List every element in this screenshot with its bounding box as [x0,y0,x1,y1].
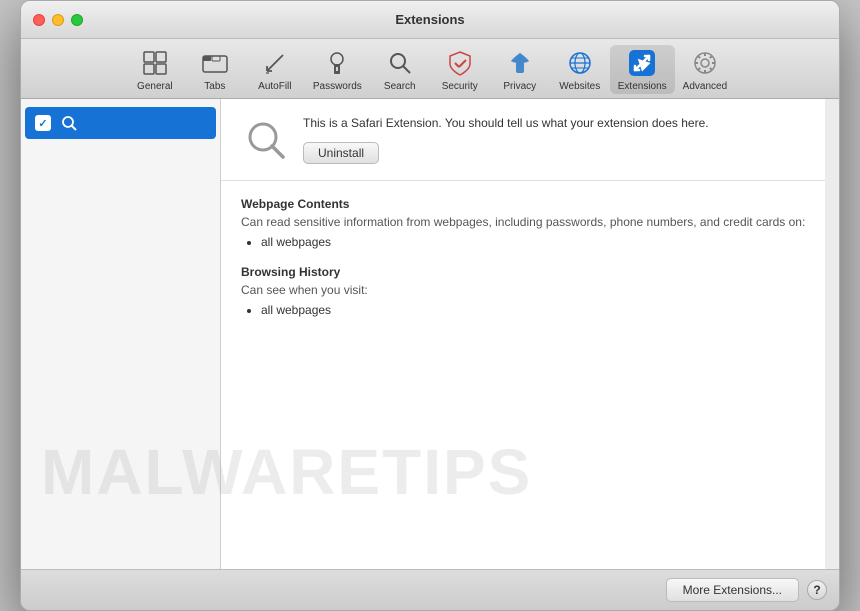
toolbar-item-security[interactable]: Security [430,45,490,94]
toolbar-label-passwords: Passwords [313,81,362,92]
toolbar-label-tabs: Tabs [204,81,225,92]
extensions-sidebar: ✓ [21,99,221,569]
permission-title-history: Browsing History [241,265,805,279]
permission-webpage-contents: Webpage Contents Can read sensitive info… [241,197,805,249]
toolbar-item-extensions[interactable]: Extensions [610,45,675,94]
extension-header: This is a Safari Extension. You should t… [221,99,825,181]
titlebar: Extensions [21,1,839,39]
permission-desc-history: Can see when you visit: [241,283,805,297]
toolbar-item-advanced[interactable]: Advanced [675,45,735,94]
toolbar-label-websites: Websites [559,81,600,92]
toolbar-item-tabs[interactable]: Tabs [185,45,245,94]
tabs-icon [199,47,231,79]
toolbar-item-passwords[interactable]: Passwords [305,45,370,94]
passwords-icon [321,47,353,79]
extension-main-icon [241,115,289,163]
toolbar-item-search[interactable]: Search [370,45,430,94]
minimize-button[interactable] [52,14,64,26]
extension-description: This is a Safari Extension. You should t… [303,115,805,132]
permission-title-webpage: Webpage Contents [241,197,805,211]
websites-icon [564,47,596,79]
search-icon [384,47,416,79]
advanced-icon [689,47,721,79]
sidebar-item-search-extension[interactable]: ✓ [25,107,216,139]
permission-list-webpage: all webpages [241,235,805,249]
security-icon [444,47,476,79]
traffic-lights [33,14,83,26]
footer: More Extensions... ? [21,569,839,610]
content-area: ✓ [21,99,825,569]
toolbar-label-autofill: AutoFill [258,81,291,92]
extension-detail: This is a Safari Extension. You should t… [221,99,825,569]
extension-checkbox[interactable]: ✓ [35,115,51,131]
permissions-section: Webpage Contents Can read sensitive info… [221,181,825,569]
content-wrapper: MALWARETIPS ✓ [21,99,839,569]
toolbar-item-general[interactable]: General [125,45,185,94]
general-icon [139,47,171,79]
extensions-icon [626,47,658,79]
toolbar-label-search: Search [384,81,416,92]
toolbar-item-privacy[interactable]: Privacy [490,45,550,94]
toolbar-label-extensions: Extensions [618,81,667,92]
toolbar-label-general: General [137,81,173,92]
toolbar-label-privacy: Privacy [503,81,536,92]
toolbar-label-security: Security [442,81,478,92]
extension-info: This is a Safari Extension. You should t… [303,115,805,164]
main-window: Extensions General [20,0,840,611]
permission-list-item: all webpages [261,235,805,249]
help-button[interactable]: ? [807,580,827,600]
permission-desc-webpage: Can read sensitive information from webp… [241,215,805,229]
toolbar-item-autofill[interactable]: AutoFill [245,45,305,94]
uninstall-button[interactable]: Uninstall [303,142,379,164]
permission-list-item: all webpages [261,303,805,317]
toolbar: General Tabs Au [21,39,839,99]
permission-list-history: all webpages [241,303,805,317]
more-extensions-button[interactable]: More Extensions... [666,578,799,602]
toolbar-item-websites[interactable]: Websites [550,45,610,94]
window-title: Extensions [395,12,464,27]
permission-browsing-history: Browsing History Can see when you visit:… [241,265,805,317]
privacy-icon [504,47,536,79]
extension-sidebar-icon [59,113,79,133]
toolbar-label-advanced: Advanced [683,81,727,92]
close-button[interactable] [33,14,45,26]
autofill-icon [259,47,291,79]
maximize-button[interactable] [71,14,83,26]
checkbox-check-icon: ✓ [38,117,47,130]
